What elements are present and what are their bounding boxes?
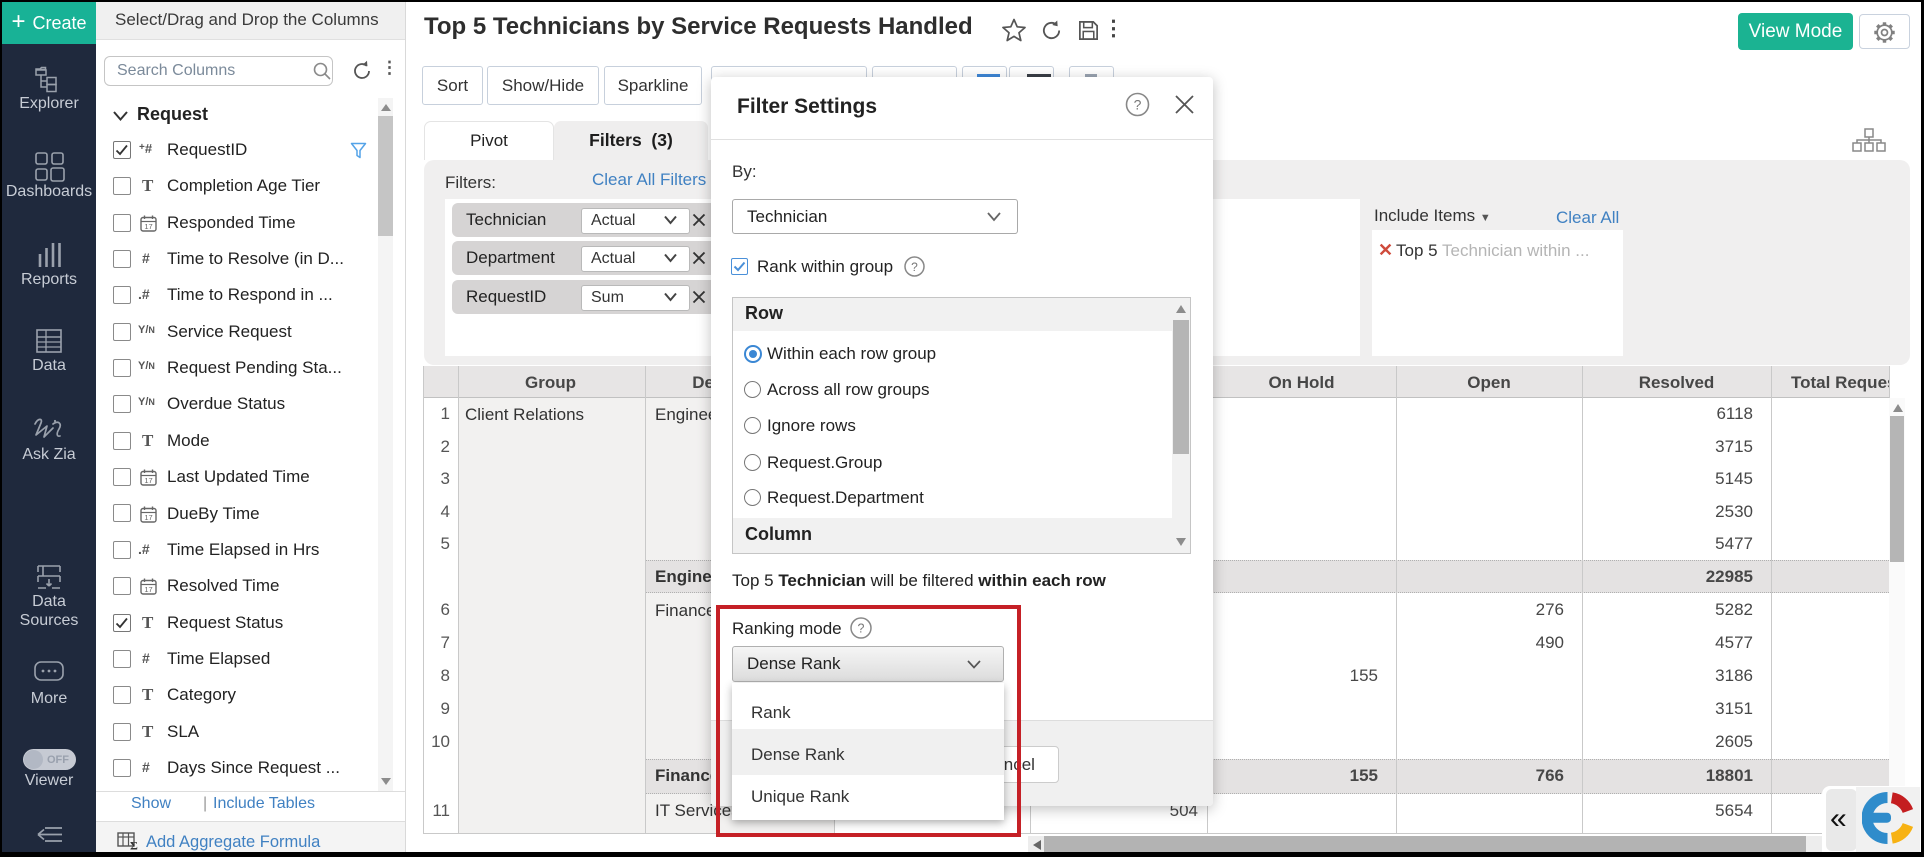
svg-text:Σ: Σ — [130, 839, 138, 852]
svg-text:17: 17 — [144, 222, 152, 231]
svg-text:?: ? — [1134, 97, 1142, 113]
svg-text:17: 17 — [144, 513, 152, 522]
svg-text:17: 17 — [144, 585, 152, 594]
svg-text:17: 17 — [144, 476, 152, 485]
svg-text:?: ? — [911, 260, 918, 274]
